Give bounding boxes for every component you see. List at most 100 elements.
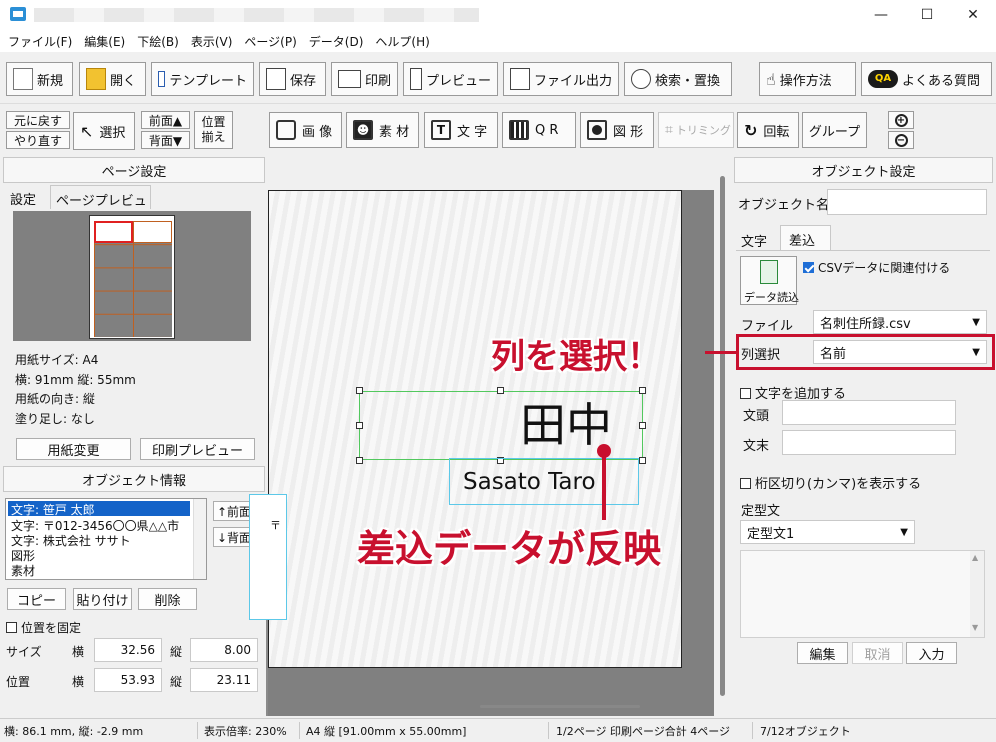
- material-tool-button[interactable]: ☻ 素 材: [346, 112, 419, 148]
- search-icon: [631, 69, 651, 89]
- zoom-out-icon: −: [894, 133, 908, 147]
- address-textbox[interactable]: 〒: [249, 494, 287, 620]
- fix-position-checkbox[interactable]: 位置を固定: [6, 619, 81, 636]
- copy-button[interactable]: コピー: [7, 588, 66, 610]
- size-width-field[interactable]: 32.56: [94, 638, 162, 662]
- change-paper-button[interactable]: 用紙変更: [16, 438, 131, 460]
- page-settings-header: ページ設定: [3, 157, 265, 183]
- orientation-label: 用紙の向き: 縦: [15, 392, 95, 406]
- menu-help[interactable]: ヘルプ(H): [371, 33, 437, 50]
- template-button[interactable]: テンプレート: [151, 62, 254, 96]
- cancel-button[interactable]: 取消: [852, 642, 903, 664]
- input-button[interactable]: 入力: [906, 642, 957, 664]
- paste-button[interactable]: 貼り付け: [73, 588, 132, 610]
- minimize-button[interactable]: —: [858, 0, 904, 30]
- print-button[interactable]: 印刷: [331, 62, 398, 96]
- list-scrollbar[interactable]: [193, 499, 206, 579]
- save-icon: [266, 68, 286, 90]
- maximize-button[interactable]: ☐: [904, 0, 950, 30]
- file-output-button[interactable]: ファイル出力: [503, 62, 619, 96]
- menu-data[interactable]: データ(D): [305, 33, 372, 50]
- suffix-input[interactable]: [782, 430, 956, 455]
- vertical-scroll-thumb[interactable]: [720, 176, 725, 696]
- redo-button[interactable]: やり直す: [6, 131, 70, 149]
- fixed-text-select[interactable]: 定型文1 ▼: [740, 520, 915, 544]
- file-label: ファイル: [741, 319, 794, 334]
- menu-file[interactable]: ファイル(F): [4, 33, 80, 50]
- menu-page[interactable]: ページ(P): [240, 33, 304, 50]
- tab-page-preview[interactable]: ページプレビュー: [50, 185, 151, 228]
- preview-scrollbar[interactable]: ▲ ▼: [970, 551, 984, 637]
- search-replace-button[interactable]: 検索・置換: [624, 62, 732, 96]
- new-button[interactable]: 新規: [6, 62, 73, 96]
- callout-merge-reflected: 差込データが反映: [357, 527, 662, 571]
- resize-handle[interactable]: [639, 387, 646, 394]
- qr-icon: [509, 120, 529, 140]
- menu-edit[interactable]: 編集(E): [80, 33, 133, 50]
- scroll-down-icon: ▼: [972, 623, 979, 632]
- resize-handle[interactable]: [497, 387, 504, 394]
- size-height-label: 縦: [170, 645, 183, 659]
- title-bar: — ☐ ✕: [0, 0, 996, 30]
- menu-background[interactable]: 下絵(B): [133, 33, 187, 50]
- object-name-label: オブジェクト名: [738, 198, 830, 213]
- printer-icon: [338, 70, 361, 88]
- data-load-button[interactable]: データ読込: [740, 256, 799, 305]
- shape-tool-button[interactable]: 図 形: [580, 112, 654, 148]
- file-select[interactable]: 名刺住所録.csv ▼: [813, 310, 987, 334]
- scroll-up-icon: ▲: [972, 553, 979, 562]
- bring-front-button[interactable]: 前面▲: [141, 111, 190, 129]
- resize-handle[interactable]: [356, 457, 363, 464]
- tab-divider: [736, 250, 990, 251]
- text-tool-button[interactable]: T 文 字: [424, 112, 498, 148]
- menu-view[interactable]: 表示(V): [187, 33, 241, 50]
- prefix-input[interactable]: [782, 400, 956, 425]
- list-item[interactable]: 素材: [11, 562, 35, 579]
- name-text[interactable]: 田中: [520, 397, 612, 453]
- tab-settings[interactable]: 設定: [10, 189, 36, 208]
- close-button[interactable]: ✕: [950, 0, 996, 30]
- zoom-in-button[interactable]: +: [888, 111, 914, 129]
- group-button[interactable]: グループ: [802, 112, 867, 148]
- comma-separator-checkbox[interactable]: 桁区切り(カンマ)を表示する: [740, 473, 921, 492]
- horizontal-scroll-thumb[interactable]: [480, 705, 640, 708]
- qr-tool-button[interactable]: Q R: [502, 112, 576, 148]
- save-button[interactable]: 保存: [259, 62, 326, 96]
- image-tool-button[interactable]: 画 像: [269, 112, 342, 148]
- preview-button[interactable]: プレビュー: [403, 62, 498, 96]
- undo-button[interactable]: 元に戻す: [6, 111, 70, 129]
- faq-button[interactable]: QA よくある質問: [861, 62, 992, 96]
- column-select-label: 列選択: [741, 348, 781, 363]
- edit-button[interactable]: 編集: [797, 642, 848, 664]
- fixed-text-preview[interactable]: ▲ ▼: [740, 550, 985, 638]
- tab-merge[interactable]: 差込: [780, 225, 831, 250]
- resize-handle[interactable]: [639, 457, 646, 464]
- resize-handle[interactable]: [356, 387, 363, 394]
- object-name-input[interactable]: [827, 189, 987, 215]
- delete-button[interactable]: 削除: [138, 588, 197, 610]
- folder-icon: [86, 68, 106, 90]
- resize-handle[interactable]: [356, 422, 363, 429]
- page-preview-area: [13, 211, 251, 341]
- zoom-out-button[interactable]: −: [888, 131, 914, 149]
- csv-link-checkbox[interactable]: CSVデータに関連付ける: [803, 259, 950, 276]
- template-icon: [158, 71, 166, 87]
- select-button[interactable]: ↖ 選択: [73, 112, 135, 150]
- column-select[interactable]: 名前 ▼: [813, 340, 987, 364]
- object-list[interactable]: 文字: 笹戸 太郎 文字: 〒012-3456〇〇県△△市 文字: 株式会社 サ…: [5, 498, 207, 580]
- align-button[interactable]: 位置 揃え: [194, 111, 233, 149]
- send-back-button[interactable]: 背面▼: [141, 131, 190, 149]
- size-height-field[interactable]: 8.00: [190, 638, 258, 662]
- romaji-textbox[interactable]: Sasato Taro: [449, 458, 639, 505]
- tab-text[interactable]: 文字: [741, 231, 767, 250]
- list-item[interactable]: 文字: 笹戸 太郎: [8, 501, 190, 517]
- print-preview-button[interactable]: 印刷プレビュー: [140, 438, 255, 460]
- open-button[interactable]: 開く: [79, 62, 146, 96]
- trimming-button[interactable]: ⌗ トリミング: [658, 112, 734, 148]
- position-y-field[interactable]: 23.11: [190, 668, 258, 692]
- vertical-scrollbar[interactable]: [714, 156, 732, 716]
- resize-handle[interactable]: [639, 422, 646, 429]
- position-x-field[interactable]: 53.93: [94, 668, 162, 692]
- rotate-button[interactable]: ↻ 回転: [737, 112, 799, 148]
- howto-button[interactable]: ☝ 操作方法: [759, 62, 856, 96]
